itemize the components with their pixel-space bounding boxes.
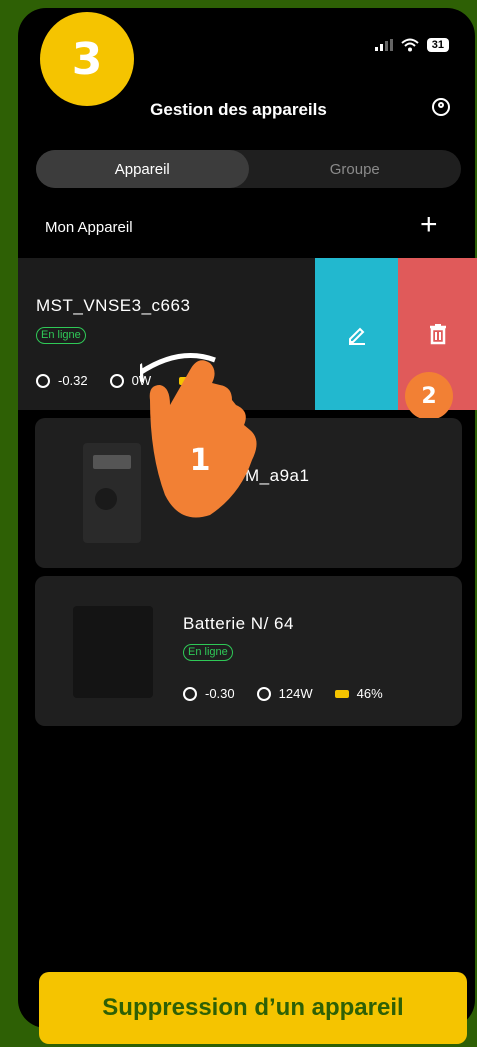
battery-icon bbox=[334, 689, 349, 698]
device-image bbox=[83, 443, 141, 543]
battery-indicator: 31 bbox=[426, 38, 449, 52]
device-name: MST_VNSE3_c663 bbox=[36, 296, 191, 315]
device-card[interactable]: Batterie N/ 64 En ligne -0.30 124W 46% bbox=[35, 576, 462, 726]
step-1-marker: 1 bbox=[189, 442, 211, 478]
metric-price: -0.30 bbox=[205, 686, 235, 701]
section-label: Mon Appareil bbox=[45, 219, 133, 236]
tab-appareil[interactable]: Appareil bbox=[36, 150, 249, 188]
device-name: Batterie N/ 64 bbox=[183, 614, 294, 633]
power-icon bbox=[256, 686, 271, 701]
tab-bar: Appareil Groupe bbox=[36, 150, 461, 188]
step-2-marker: 2 bbox=[405, 372, 453, 420]
battery-device-image bbox=[73, 606, 153, 698]
status-bar: 31 bbox=[374, 38, 449, 52]
wifi-icon bbox=[401, 38, 419, 52]
online-badge: En ligne bbox=[36, 327, 86, 344]
online-badge: En ligne bbox=[183, 644, 233, 661]
metric-battery: 46% bbox=[356, 686, 383, 701]
metric-power: 124W bbox=[278, 686, 313, 701]
step-badge: 3 bbox=[40, 12, 134, 106]
power-icon bbox=[109, 373, 124, 388]
trash-icon bbox=[429, 324, 446, 345]
profile-icon[interactable] bbox=[432, 98, 450, 116]
device-metrics: -0.30 124W 46% bbox=[183, 686, 383, 701]
footer-banner: Suppression d’un appareil bbox=[39, 972, 467, 1044]
signal-icon bbox=[374, 39, 393, 51]
edit-button[interactable] bbox=[315, 258, 398, 410]
money-icon bbox=[183, 686, 197, 701]
pencil-icon bbox=[348, 327, 365, 345]
plus-icon[interactable]: + bbox=[420, 210, 438, 240]
money-icon bbox=[36, 373, 50, 388]
metric-price: -0.32 bbox=[58, 373, 88, 388]
tab-groupe[interactable]: Groupe bbox=[249, 150, 462, 188]
